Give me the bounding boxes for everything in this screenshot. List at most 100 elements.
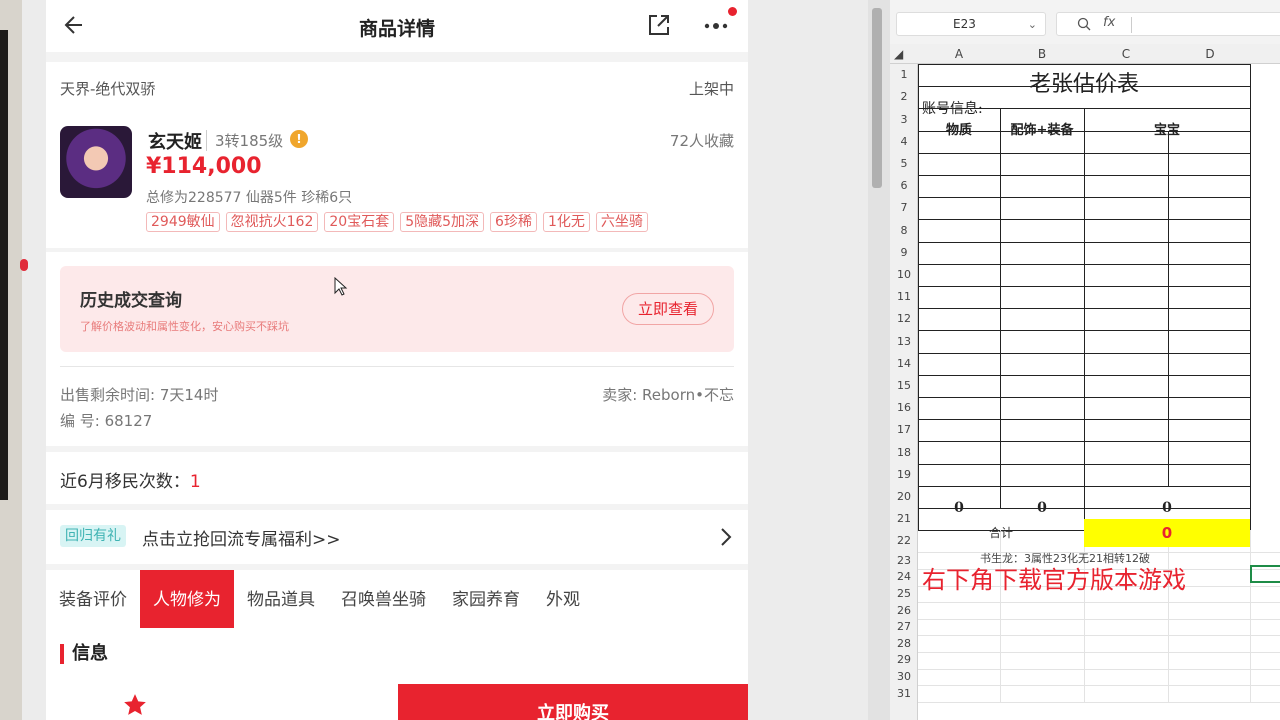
grid-line	[918, 463, 1250, 465]
row-header[interactable]: 4	[890, 135, 918, 148]
tab-appearance[interactable]: 外观	[533, 570, 593, 628]
row-header[interactable]: 10	[890, 268, 918, 281]
row-header[interactable]: 8	[890, 224, 918, 237]
row-header[interactable]: 11	[890, 290, 918, 303]
product-summary: 总修为228577 仙器5件 珍稀6只	[146, 190, 353, 206]
server-name: 天界-绝代双骄	[60, 80, 156, 98]
tab-items[interactable]: 物品道具	[234, 570, 328, 628]
chevron-right-icon	[721, 528, 732, 546]
top-bar: 商品详情	[46, 0, 748, 52]
buy-now-button[interactable]: 立即购买	[398, 684, 748, 720]
grid-line	[918, 685, 1280, 687]
row-header[interactable]: 13	[890, 335, 918, 348]
tab-home[interactable]: 家园养育	[439, 570, 533, 628]
row-header[interactable]: 15	[890, 379, 918, 392]
grid-line	[918, 374, 1250, 376]
column-header[interactable]: D	[1168, 47, 1252, 61]
row-header[interactable]: 2	[890, 90, 918, 103]
view-history-button[interactable]: 立即查看	[622, 293, 714, 325]
promo-row[interactable]: 回归有礼 点击立抢回流专属福利>>	[46, 510, 748, 564]
selected-cell[interactable]	[1250, 565, 1280, 583]
character-avatar[interactable]	[60, 126, 132, 198]
chevron-down-icon[interactable]: ⌄	[1028, 14, 1037, 36]
window-gap	[868, 0, 890, 720]
row-header[interactable]: 5	[890, 157, 918, 170]
price: ¥114,000	[146, 154, 262, 179]
history-card: 历史成交查询 了解价格波动和属性变化，安心购买不踩坑 立即查看	[46, 252, 748, 370]
row-header[interactable]: 18	[890, 446, 918, 459]
row-header[interactable]: 25	[890, 587, 918, 600]
character-level: 3转185级	[206, 130, 283, 151]
row-header[interactable]: 7	[890, 201, 918, 214]
column-header[interactable]: B	[1000, 47, 1084, 61]
favorite-star-icon[interactable]	[122, 692, 148, 718]
select-all-corner-icon[interactable]: ◢	[894, 47, 903, 61]
seller-name: 卖家: Reborn•不忘	[602, 386, 734, 404]
notification-dot	[728, 7, 737, 16]
left-window-edge	[0, 30, 8, 500]
more-icon[interactable]	[702, 12, 732, 38]
row-header[interactable]: 27	[890, 620, 918, 633]
divider	[60, 366, 734, 367]
grid-line	[918, 64, 1250, 65]
row-header[interactable]: 28	[890, 637, 918, 650]
page-title: 商品详情	[358, 18, 435, 40]
grid-line	[918, 219, 1250, 221]
account-label: 账号信息:	[922, 101, 983, 117]
row-header[interactable]: 30	[890, 670, 918, 683]
row-header[interactable]: 1	[890, 68, 918, 81]
zoom-icon[interactable]	[1077, 17, 1091, 31]
grid-line	[918, 308, 1250, 310]
mouse-cursor-icon	[334, 277, 348, 296]
spreadsheet-window: E23 ⌄ fx ◢ A B C D 1 2 3 4 5 6 7 8 9 10 11 12 13 14 15 1…	[868, 0, 1280, 720]
product-detail-page: 商品详情 天界-绝代双骄 上架中 玄天姬 3转185级 ! 72人收藏 ¥114…	[46, 0, 748, 720]
character-name: 玄天姬	[148, 132, 202, 153]
name-box[interactable]: E23 ⌄	[896, 12, 1046, 36]
migration-row: 近6月移民次数：1	[60, 467, 201, 492]
cell-grid[interactable]: 老张估价表 账号信息: 物质 配饰+装备 宝宝 0 0 0 合计 0 书生龙：3…	[918, 64, 1280, 720]
sheet-title: 老张估价表	[1028, 72, 1139, 97]
cell-reference: E23	[953, 17, 976, 31]
row-header[interactable]: 29	[890, 653, 918, 666]
row-header[interactable]: 14	[890, 357, 918, 370]
left-window-strip	[0, 0, 28, 720]
favorite-count: 72人收藏	[669, 132, 734, 150]
row-header[interactable]: 12	[890, 312, 918, 325]
row-header[interactable]: 24	[890, 570, 918, 583]
history-banner[interactable]: 历史成交查询 了解价格波动和属性变化，安心购买不踩坑 立即查看	[60, 266, 734, 352]
row-header[interactable]: 6	[890, 179, 918, 192]
column-header[interactable]: C	[1084, 47, 1168, 61]
scrollbar-thumb[interactable]	[872, 8, 882, 188]
tab-cultivation[interactable]: 人物修为	[140, 570, 234, 628]
grid-line	[918, 263, 1250, 265]
tag: 5隐藏5加深	[400, 212, 485, 232]
bottom-action-bar: 立即购买	[46, 684, 748, 720]
row-header[interactable]: 19	[890, 468, 918, 481]
row-header[interactable]: 22	[890, 534, 918, 547]
tag: 忽视抗火162	[225, 212, 319, 232]
tab-equipment[interactable]: 装备评价	[46, 570, 140, 628]
history-desc: 了解价格波动和属性变化，安心购买不踩坑	[80, 320, 289, 333]
row-header[interactable]: 9	[890, 246, 918, 259]
row-header[interactable]: 17	[890, 423, 918, 436]
row-header[interactable]: 23	[890, 554, 918, 567]
listing-id: 编 号: 68127	[60, 412, 153, 430]
row-header[interactable]: 31	[890, 687, 918, 700]
col-header-pets: 宝宝	[1153, 123, 1180, 138]
grid-line	[918, 175, 1250, 176]
row-header[interactable]: 26	[890, 604, 918, 617]
fx-icon[interactable]: fx	[1103, 15, 1115, 30]
migration-card: 近6月移民次数：1	[46, 452, 748, 504]
share-icon[interactable]	[646, 12, 672, 38]
sale-info: 出售剩余时间: 7天14时 卖家: Reborn•不忘 编 号: 68127	[46, 370, 748, 446]
row-header[interactable]: 20	[890, 490, 918, 503]
row-header[interactable]: 16	[890, 401, 918, 414]
column-header[interactable]: A	[918, 47, 1000, 61]
row-header[interactable]: 21	[890, 512, 918, 525]
tab-pets[interactable]: 召唤兽坐骑	[328, 570, 439, 628]
row-header[interactable]: 3	[890, 113, 918, 126]
grid-line	[918, 618, 1280, 620]
grid-line	[918, 668, 1280, 670]
info-warning-icon[interactable]: !	[290, 130, 308, 148]
formula-input[interactable]: fx	[1056, 12, 1280, 36]
